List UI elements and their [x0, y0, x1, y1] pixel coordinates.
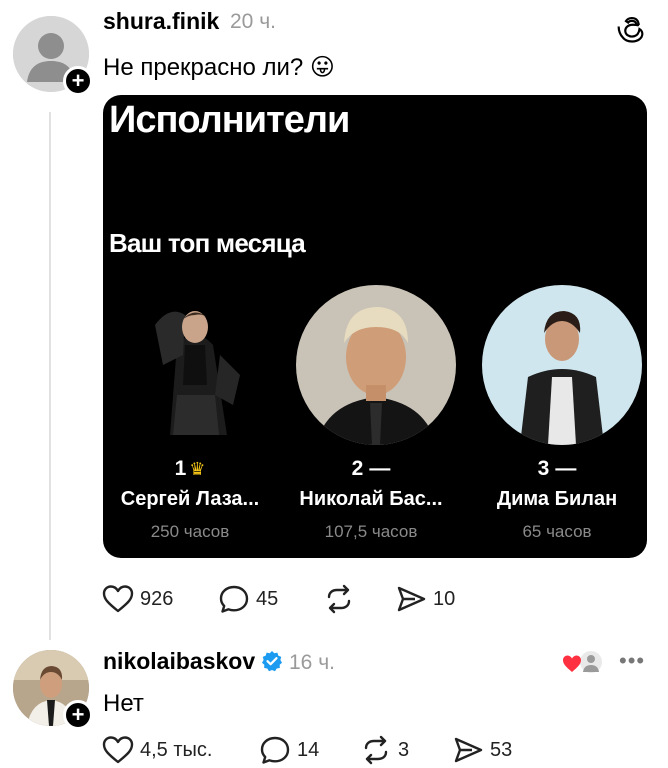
- wrapped-card-image[interactable]: Исполнители Ваш топ месяца 1 ♛ Сергей Лаз…: [103, 95, 647, 558]
- comment-bubble-icon: [260, 736, 290, 764]
- artist-hours-3: 65 часов: [522, 522, 592, 541]
- heart-icon: [102, 585, 134, 613]
- verified-badge-icon: [262, 651, 282, 672]
- reply-username[interactable]: nikolaibaskov: [103, 648, 255, 675]
- reply-like-button[interactable]: 4,5 тыс.: [102, 735, 212, 765]
- artist-photo-1: [115, 285, 275, 445]
- reply-repost-button[interactable]: 3: [360, 735, 409, 765]
- artist-name-2: Николай Бас...: [299, 488, 443, 510]
- repost-icon: [327, 584, 351, 614]
- follow-plus-button[interactable]: +: [63, 66, 93, 96]
- reply-repost-count: 3: [398, 738, 410, 761]
- comment-count: 45: [256, 587, 279, 610]
- share-send-icon: [397, 586, 426, 612]
- comment-bubble-icon: [219, 585, 249, 613]
- thread-connector-line: [49, 112, 51, 640]
- author-liked-icon: [563, 649, 604, 675]
- reply-comment-count: 14: [297, 738, 320, 761]
- reply-like-count: 4,5 тыс.: [140, 738, 213, 761]
- post-text: Не прекрасно ли? 😛: [103, 54, 335, 81]
- artist-rank-1: 1 ♛: [174, 457, 206, 480]
- repost-button[interactable]: [323, 584, 355, 614]
- artist-card-2: 2— Николай Бас... 107,5 часов: [286, 285, 456, 545]
- artist-hours-1: 250 часов: [150, 522, 230, 541]
- share-button[interactable]: 10: [395, 584, 455, 614]
- reply-time: 16 ч.: [289, 651, 335, 674]
- reply-comment-button[interactable]: 14: [259, 735, 319, 765]
- post-time: 20 ч.: [230, 10, 276, 33]
- artist-name-3: Дима Билан: [496, 488, 618, 510]
- artist-rank-3: 3—: [537, 457, 577, 480]
- artist-card-3: 3— Дима Билан 65 часов: [472, 285, 642, 545]
- follow-plus-button[interactable]: +: [63, 700, 93, 730]
- artist-hours-2: 107,5 часов: [324, 522, 418, 541]
- crown-icon: ♛: [189, 459, 206, 479]
- artist-card-1: 1 ♛ Сергей Лаза... 250 часов: [105, 285, 275, 545]
- artist-rank-2: 2—: [351, 457, 391, 480]
- heart-icon: [102, 736, 134, 764]
- post-username[interactable]: shura.finik: [103, 8, 219, 35]
- artist-name-1: Сергей Лаза...: [120, 488, 260, 510]
- like-button[interactable]: 926: [102, 584, 173, 614]
- like-count: 926: [140, 587, 174, 610]
- repost-icon: [364, 735, 388, 765]
- reply-share-count: 53: [490, 738, 513, 761]
- share-send-icon: [454, 737, 483, 763]
- artist-photo-3: [482, 285, 642, 445]
- reply-share-button[interactable]: 53: [452, 735, 512, 765]
- card-subtitle: Ваш топ месяца: [109, 228, 306, 258]
- comment-button[interactable]: 45: [218, 584, 278, 614]
- more-options-icon[interactable]: •••: [619, 648, 645, 674]
- share-count: 10: [433, 587, 456, 610]
- card-title: Исполнители: [109, 99, 350, 141]
- threads-logo-icon: [617, 16, 644, 43]
- reply-text: Нет: [103, 690, 144, 717]
- artist-photo-2: [296, 285, 456, 445]
